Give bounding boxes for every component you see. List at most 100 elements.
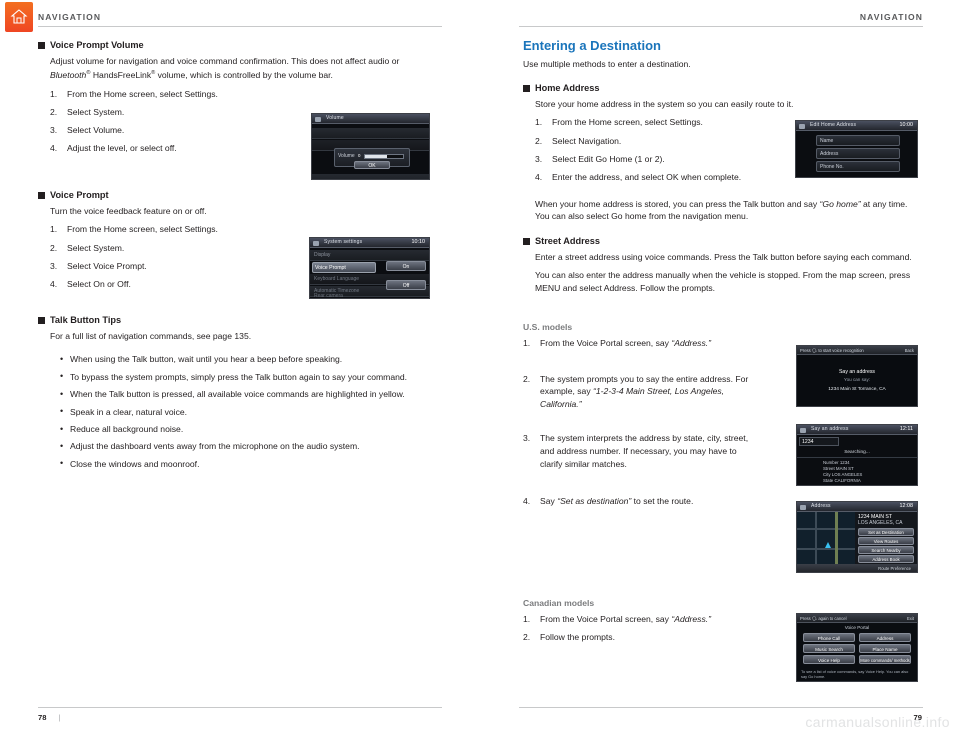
section-heading: Street Address bbox=[523, 236, 923, 246]
section-heading-text: Voice Prompt bbox=[50, 190, 109, 200]
section-body: For a full list of navigation commands, … bbox=[50, 331, 252, 341]
search-nearby-button[interactable]: Search Nearby bbox=[858, 546, 914, 554]
page-number-text: 78 bbox=[38, 713, 47, 722]
address-book-button[interactable]: Address Book bbox=[858, 555, 914, 563]
screen-body: 1234 Searching... Number 1234 Street MAI… bbox=[797, 435, 917, 485]
left-header: NAVIGATION bbox=[38, 12, 438, 30]
voice-portal-footer: To see a list of voice commands, say Voi… bbox=[801, 669, 909, 679]
screen-body: Name Address Phone No. bbox=[796, 131, 917, 177]
bullet-square-icon bbox=[38, 192, 45, 199]
exit-button[interactable]: Exit bbox=[907, 616, 914, 621]
field-street: Street MAIN ST bbox=[823, 466, 854, 471]
list-item: Speak in a clear, natural voice. bbox=[58, 405, 438, 418]
bullet-square-icon bbox=[523, 85, 530, 92]
us-models-block: U.S. models 1. From the Voice Portal scre… bbox=[523, 322, 793, 513]
canadian-models-block: Canadian models 1. From the Voice Portal … bbox=[523, 598, 793, 649]
field-phone[interactable]: Phone No. bbox=[820, 164, 844, 170]
row-keyboard-language[interactable]: Keyboard Language bbox=[314, 276, 359, 282]
left-footer-rule bbox=[38, 707, 442, 708]
phone-call-button[interactable]: Phone Call bbox=[803, 633, 855, 642]
screen-title: Say an address bbox=[811, 426, 849, 432]
section-street-address: Street Address Enter a street address us… bbox=[523, 236, 923, 300]
list-item: 1. From the Voice Portal screen, say “Add… bbox=[523, 338, 711, 348]
row-display[interactable]: Display bbox=[314, 252, 330, 258]
tip-text: Speak in a clear, natural voice. bbox=[70, 406, 188, 417]
page-title: Entering a Destination bbox=[523, 38, 661, 53]
volume-label: Volume bbox=[338, 153, 355, 159]
list-item: 2. Select Navigation. bbox=[535, 135, 622, 146]
address-input[interactable]: 1234 bbox=[802, 439, 814, 445]
left-page-number: 78 | bbox=[38, 713, 60, 722]
place-name-button[interactable]: Place Name bbox=[859, 644, 911, 653]
field-city: City LOS ANGELES bbox=[823, 472, 863, 477]
view-routes-button[interactable]: View Routes bbox=[858, 537, 914, 545]
searching-status: Searching... bbox=[844, 450, 870, 455]
clock: 10:10 bbox=[411, 239, 426, 245]
section-heading-text: Voice Prompt Volume bbox=[50, 40, 144, 50]
field-number: Number 1234 bbox=[823, 460, 850, 465]
intro-text: Use multiple methods to enter a destinat… bbox=[523, 59, 691, 69]
section-heading-text: Talk Button Tips bbox=[50, 315, 122, 325]
section-body-2: You can also enter the address manually … bbox=[535, 270, 911, 293]
us-steps-list: 1. From the Voice Portal screen, say “Add… bbox=[523, 337, 793, 508]
manual-page: NAVIGATION Voice Prompt Volume Adjust vo… bbox=[0, 0, 960, 738]
voice-hint-left: Press 🗣 to start voice recognition bbox=[800, 347, 864, 353]
screenshot-voice-recognition: Press 🗣 to start voice recognition Back … bbox=[796, 345, 918, 407]
screen-body: Display Voice Prompt Keyboard Language A… bbox=[310, 248, 429, 298]
right-header: NAVIGATION bbox=[523, 12, 923, 30]
more-commands-button[interactable]: More commands/ methods bbox=[859, 655, 911, 664]
us-models-label: U.S. models bbox=[523, 322, 573, 332]
row-voice-prompt[interactable]: Voice Prompt bbox=[315, 265, 346, 271]
step-text: From the Home screen, select Settings. bbox=[552, 117, 703, 128]
bullet-square-icon bbox=[523, 238, 530, 245]
off-button[interactable]: Off bbox=[386, 280, 426, 290]
ok-button[interactable]: OK bbox=[354, 161, 390, 169]
screen-titlebar: Edit Home Address 10:00 bbox=[796, 121, 917, 131]
left-header-title: NAVIGATION bbox=[38, 12, 102, 22]
section-heading: Voice Prompt Volume bbox=[38, 40, 423, 50]
tip-text: When the Talk button is pressed, all ava… bbox=[70, 389, 405, 400]
note-text: When your home address is stored, you ca… bbox=[535, 199, 908, 222]
map-view[interactable] bbox=[797, 512, 855, 572]
voice-help-button[interactable]: Voice Help bbox=[803, 655, 855, 664]
list-item: Reduce all background noise. bbox=[58, 423, 438, 436]
screenshot-say-address: Say an address 12:11 1234 Searching... N… bbox=[796, 424, 918, 486]
route-preference-button[interactable]: Route Preference bbox=[878, 566, 911, 571]
address-button[interactable]: Address bbox=[859, 633, 911, 642]
on-button[interactable]: On bbox=[386, 261, 426, 271]
list-item: 1. From the Home screen, select Settings. bbox=[535, 117, 703, 128]
step-text: From the Home screen, select Settings. bbox=[67, 88, 218, 99]
list-item: 3. Select Voice Prompt. bbox=[50, 260, 147, 271]
clock: 12:08 bbox=[899, 503, 914, 509]
section-heading: Home Address bbox=[523, 83, 823, 93]
section-talk-button-tips: Talk Button Tips For a full list of navi… bbox=[38, 315, 438, 475]
page-divider: | bbox=[58, 713, 61, 722]
field-address[interactable]: Address bbox=[820, 151, 838, 157]
step-text: Select Voice Prompt. bbox=[67, 260, 147, 271]
tip-text: Close the windows and moonroof. bbox=[70, 458, 200, 469]
screen-title: Address bbox=[811, 503, 831, 509]
back-button[interactable]: Back bbox=[905, 348, 914, 353]
section-body-1: Enter a street address using voice comma… bbox=[535, 252, 912, 262]
row-rear-camera[interactable]: Rear camera bbox=[314, 293, 343, 298]
step-text: Select System. bbox=[67, 106, 125, 117]
list-item: 1. From the Voice Portal screen, say “Add… bbox=[523, 614, 711, 624]
set-as-destination-button[interactable]: Set as Destination bbox=[858, 528, 914, 536]
screenshot-edit-home-address: Edit Home Address 10:00 Name Address Pho… bbox=[795, 120, 918, 178]
right-footer-rule bbox=[519, 707, 923, 708]
screen-body: Volume 0 OK bbox=[312, 124, 429, 179]
bullet-square-icon bbox=[38, 42, 45, 49]
speaker-icon bbox=[315, 116, 321, 122]
section-body: Adjust volume for navigation and voice c… bbox=[50, 56, 400, 81]
section-home-address: Home Address Store your home address in … bbox=[523, 83, 823, 189]
settings-icon bbox=[313, 240, 319, 246]
field-name[interactable]: Name bbox=[820, 138, 833, 144]
step-text: Select Volume. bbox=[67, 124, 125, 135]
result-address-line2: LOS ANGELES, CA bbox=[858, 520, 903, 526]
music-search-button[interactable]: Music Search bbox=[803, 644, 855, 653]
list-item: 4. Enter the address, and select OK when … bbox=[535, 171, 742, 182]
step-text: Enter the address, and select OK when co… bbox=[552, 171, 742, 182]
screenshot-voice-portal: Press 🗣 again to cancel Exit Voice Porta… bbox=[796, 613, 918, 682]
right-header-rule bbox=[519, 26, 923, 27]
voice-line-2: You can say: bbox=[843, 377, 871, 382]
